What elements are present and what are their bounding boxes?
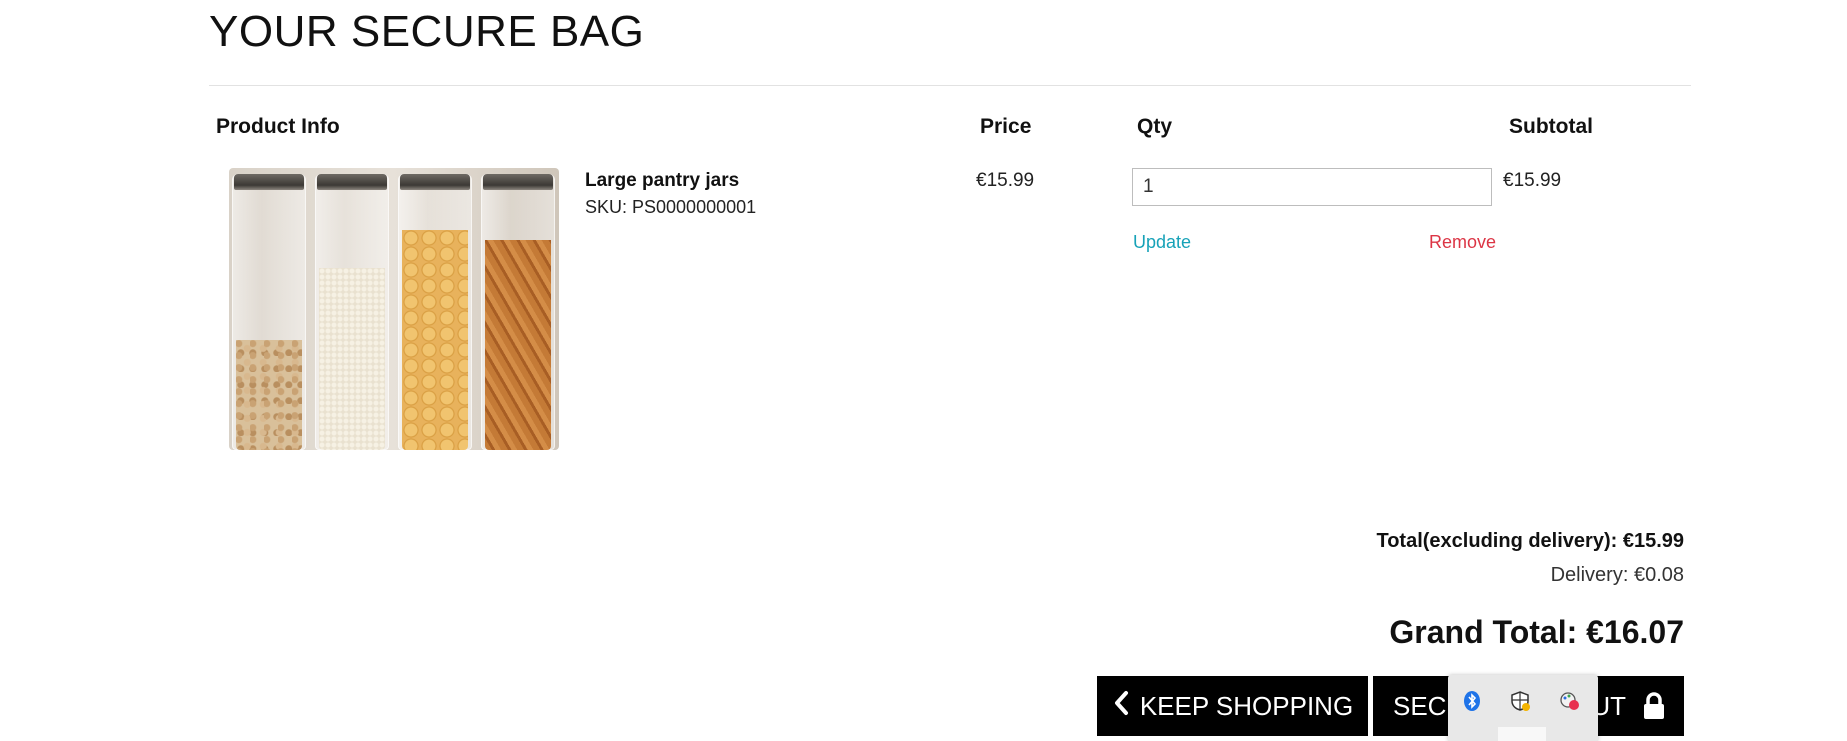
remove-link[interactable]: Remove — [1429, 232, 1496, 253]
product-name: Large pantry jars — [585, 170, 740, 191]
title-divider — [209, 85, 1691, 86]
column-header-price: Price — [980, 115, 1032, 138]
paint-icon[interactable] — [1558, 689, 1582, 713]
item-price: €15.99 — [976, 170, 1035, 191]
quantity-input[interactable] — [1132, 168, 1492, 206]
bag-total: Total(excluding delivery): €15.99 — [1376, 530, 1684, 552]
jar-rice — [315, 174, 389, 450]
grand-total: Grand Total: €16.07 — [1389, 614, 1684, 650]
chevron-left-icon — [1112, 690, 1130, 723]
lock-icon — [1642, 692, 1666, 727]
jar-oats — [232, 174, 306, 450]
keep-shopping-button[interactable]: KEEP SHOPPING — [1097, 676, 1368, 736]
product-sku: SKU: PS0000000001 — [585, 197, 757, 217]
item-subtotal: €15.99 — [1503, 170, 1562, 191]
tray-handle — [1498, 727, 1546, 741]
system-tray-popup — [1448, 675, 1598, 741]
shopping-bag-page: YOUR SECURE BAG Product Info Price Qty S… — [0, 0, 1847, 741]
update-link[interactable]: Update — [1133, 232, 1191, 253]
column-header-qty: Qty — [1137, 115, 1173, 138]
jar-macaroni — [398, 174, 472, 450]
windows-security-icon[interactable] — [1508, 689, 1532, 713]
bluetooth-icon[interactable] — [1460, 689, 1484, 713]
keep-shopping-label: KEEP SHOPPING — [1139, 690, 1354, 721]
column-header-subtotal: Subtotal — [1509, 115, 1593, 138]
column-header-product-info: Product Info — [216, 115, 340, 138]
page-title: YOUR SECURE BAG — [209, 7, 645, 56]
product-image — [229, 168, 559, 450]
delivery-cost: Delivery: €0.08 — [1550, 564, 1684, 586]
jar-penne — [481, 174, 555, 450]
